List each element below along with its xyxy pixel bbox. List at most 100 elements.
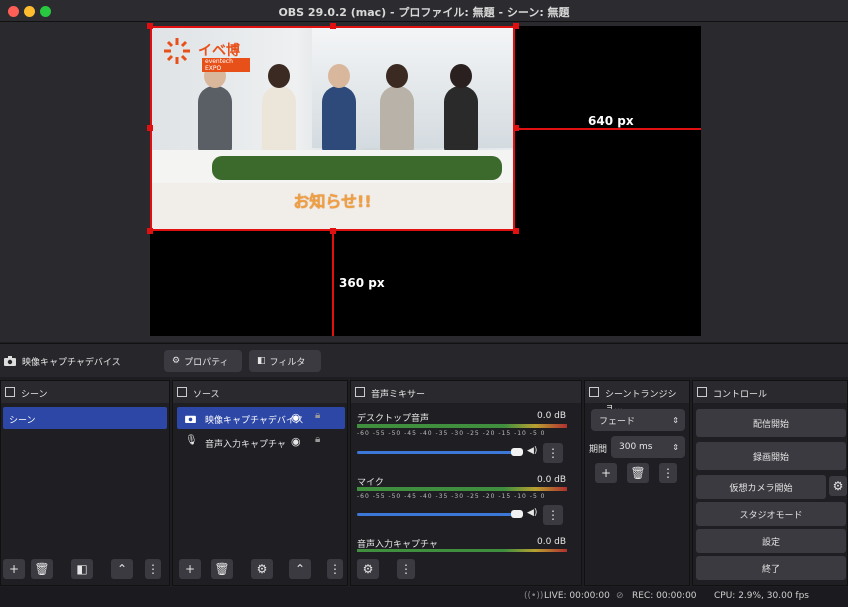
settings-button[interactable]: 設定 — [696, 529, 846, 553]
broadcast-icon: ((•)) — [524, 591, 544, 601]
title-bar: OBS 29.0.2 (mac) - プロファイル: 無題 - シーン: 無題 — [0, 0, 848, 22]
transition-type-select[interactable]: フェード ⇕ — [591, 409, 685, 431]
filters-button[interactable]: ◧ フィルタ — [249, 350, 321, 372]
source-item-audio[interactable]: 音声入力キャプチャ — [205, 437, 289, 450]
volume-slider[interactable] — [357, 513, 519, 516]
sources-header: ソース — [173, 381, 347, 403]
more-icon: ⋮ — [147, 562, 159, 576]
dock-icon — [355, 387, 365, 397]
exit-button[interactable]: 終了 — [696, 556, 846, 580]
gear-icon: ⚙ — [172, 356, 181, 366]
video-person — [198, 64, 232, 152]
meter-scale: -60 -55 -50 -45 -40 -35 -30 -25 -20 -15 … — [357, 430, 546, 437]
height-measure-label: 360 px — [339, 276, 385, 290]
source-more-button[interactable]: ⋮ — [327, 559, 343, 579]
remove-scene-button[interactable]: 🗑 — [31, 559, 53, 579]
sources-dock: ソース 映像キャプチャデバイス ◉ 🔒︎ 🎙︎ 音声入力キャプチャ ◉ 🔒︎ +… — [172, 380, 348, 586]
height-measure-line — [332, 232, 334, 336]
resize-handle[interactable] — [513, 228, 519, 234]
duration-label: 期間 — [589, 445, 608, 455]
filter-icon: ◧ — [76, 562, 88, 576]
chevron-updown-icon: ⇕ — [672, 415, 679, 425]
mixer-advanced-button[interactable]: ⚙ — [357, 559, 379, 579]
more-icon: ⋮ — [662, 466, 674, 480]
scene-transitions-dock: シーントランジショ... フェード ⇕ 期間 300 ms ⇕ + 🗑 ⋮ — [584, 380, 690, 586]
live-timer: LIVE: 00:00:00 — [544, 591, 610, 601]
rec-timer: REC: 00:00:00 — [632, 591, 697, 601]
logo-subtext: eventech EXPO — [202, 58, 250, 72]
volume-slider-knob[interactable] — [511, 510, 523, 518]
video-capture-source-frame[interactable]: イベ博 eventech EXPO お知らせ!! — [150, 26, 515, 231]
transition-more-button[interactable]: ⋮ — [659, 463, 677, 483]
resize-handle[interactable] — [330, 23, 336, 29]
duration-input[interactable]: 300 ms ⇕ — [611, 436, 685, 458]
trash-icon: 🗑 — [34, 562, 50, 576]
resize-handle[interactable] — [147, 125, 153, 131]
more-icon: ⋮ — [400, 562, 412, 576]
eye-icon[interactable]: ◉ — [291, 411, 301, 424]
gear-icon: ⚙ — [362, 562, 374, 576]
channel-more-button[interactable]: ⋮ — [543, 505, 563, 525]
studio-mode-button[interactable]: スタジオモード — [696, 502, 846, 526]
move-source-up-button[interactable]: ⌃ — [289, 559, 311, 579]
start-virtual-camera-button[interactable]: 仮想カメラ開始 — [696, 475, 826, 499]
volume-slider[interactable] — [357, 451, 519, 454]
more-icon: ⋮ — [547, 446, 559, 460]
more-icon: ⋮ — [547, 508, 559, 522]
dock-icon — [177, 387, 187, 397]
dock-icon — [697, 387, 707, 397]
video-person — [322, 64, 356, 152]
transition-type: フェード — [599, 416, 636, 427]
plus-icon: + — [600, 466, 612, 480]
move-scene-up-button[interactable]: ⌃ — [111, 559, 133, 579]
mixer-header-label: 音声ミキサー — [371, 390, 426, 400]
selected-source-name: 映像キャプチャデバイス — [22, 358, 121, 368]
channel-more-button[interactable]: ⋮ — [543, 443, 563, 463]
gear-icon: ⚙ — [256, 562, 268, 576]
dock-icon — [5, 387, 15, 397]
remove-transition-button[interactable]: 🗑 — [627, 463, 649, 483]
source-properties-button[interactable]: ⚙ — [251, 559, 273, 579]
record-icon: ⊘ — [616, 591, 624, 601]
lock-icon[interactable]: 🔒︎ — [315, 410, 320, 421]
transitions-header: シーントランジショ... — [585, 381, 689, 413]
mixer-more-button[interactable]: ⋮ — [397, 559, 415, 579]
virtual-camera-settings-button[interactable]: ⚙ — [829, 476, 847, 496]
gear-icon: ⚙ — [832, 479, 844, 493]
chevron-up-icon: ⌃ — [116, 562, 128, 576]
remove-source-button[interactable]: 🗑 — [211, 559, 233, 579]
video-plants — [212, 156, 502, 180]
controls-header-label: コントロール — [713, 390, 768, 400]
plus-icon: + — [184, 562, 196, 576]
width-measure-label: 640 px — [588, 114, 634, 128]
speaker-icon[interactable]: ◀) — [527, 446, 537, 456]
speaker-icon[interactable]: ◀) — [527, 508, 537, 518]
add-scene-button[interactable]: + — [3, 559, 25, 579]
sources-header-label: ソース — [193, 390, 220, 400]
scenes-header-label: シーン — [21, 390, 48, 400]
eye-icon[interactable]: ◉ — [291, 435, 301, 448]
channel-name: デスクトップ音声 — [357, 414, 430, 424]
event-logo: イベ博 eventech EXPO — [162, 36, 250, 72]
add-source-button[interactable]: + — [179, 559, 201, 579]
start-streaming-button[interactable]: 配信開始 — [696, 409, 846, 437]
controls-header: コントロール — [693, 381, 847, 403]
volume-slider-knob[interactable] — [511, 448, 523, 456]
properties-label: プロパティ — [184, 357, 229, 368]
trash-icon: 🗑 — [630, 466, 646, 480]
scene-item[interactable]: シーン — [3, 407, 167, 429]
audio-mixer-dock: 音声ミキサー デスクトップ音声 0.0 dB -60 -55 -50 -45 -… — [350, 380, 582, 586]
more-icon: ⋮ — [329, 562, 341, 576]
width-measure-line — [517, 128, 701, 130]
filters-label: フィルタ — [269, 357, 306, 368]
start-recording-button[interactable]: 録画開始 — [696, 442, 846, 470]
add-transition-button[interactable]: + — [595, 463, 617, 483]
resize-handle[interactable] — [147, 228, 153, 234]
stepper-icon: ⇕ — [672, 442, 679, 452]
scene-more-button[interactable]: ⋮ — [145, 559, 161, 579]
scene-filters-button[interactable]: ◧ — [71, 559, 93, 579]
properties-button[interactable]: ⚙ プロパティ — [164, 350, 242, 372]
lock-icon[interactable]: 🔒︎ — [315, 434, 320, 445]
resize-handle[interactable] — [147, 23, 153, 29]
resize-handle[interactable] — [513, 23, 519, 29]
